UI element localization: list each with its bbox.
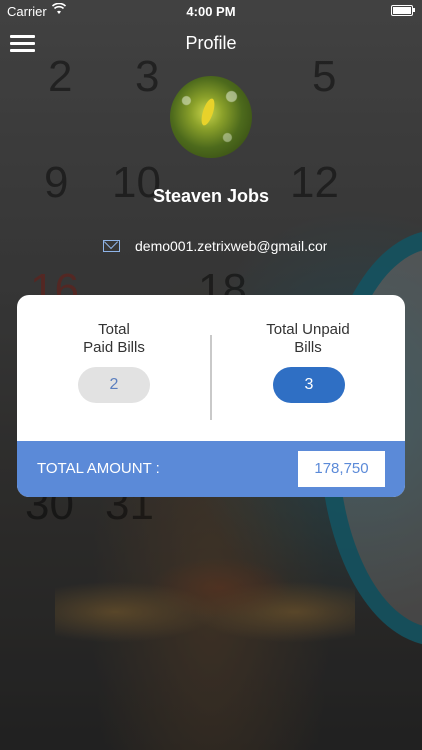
- bills-summary-card: Total Paid Bills Total Unpaid Bills 2 3 …: [17, 295, 405, 497]
- paid-bills-count-button[interactable]: 2: [78, 367, 150, 403]
- email-row: demo001.zetrixweb@gmail.com: [0, 237, 422, 257]
- paid-bills-label-line2: Paid Bills: [83, 339, 145, 356]
- status-bar: Carrier 4:00 PM: [0, 0, 422, 22]
- paid-bills-label-line1: Total: [98, 321, 130, 338]
- battery-icon: [391, 5, 415, 16]
- paid-bills-label: Total Paid Bills: [17, 321, 211, 357]
- unpaid-bills-count-button[interactable]: 3: [273, 367, 345, 403]
- page-title: Profile: [185, 33, 237, 53]
- total-amount-bar: TOTAL AMOUNT : 178,750: [17, 441, 405, 497]
- avatar[interactable]: [170, 76, 252, 158]
- total-amount-value: 178,750: [298, 451, 385, 487]
- status-time: 4:00 PM: [186, 4, 236, 19]
- mail-icon: [103, 240, 120, 252]
- unpaid-bills-label-line1: Total Unpaid: [266, 321, 350, 338]
- total-amount-label: TOTAL AMOUNT :: [37, 460, 160, 477]
- unpaid-bills-label-line2: Bills: [294, 339, 322, 356]
- user-name: Steaven Jobs: [152, 186, 270, 206]
- email-text: demo001.zetrixweb@gmail.com: [135, 238, 327, 254]
- navigation-bar: Profile: [0, 22, 422, 66]
- unpaid-bills-label: Total Unpaid Bills: [211, 321, 405, 357]
